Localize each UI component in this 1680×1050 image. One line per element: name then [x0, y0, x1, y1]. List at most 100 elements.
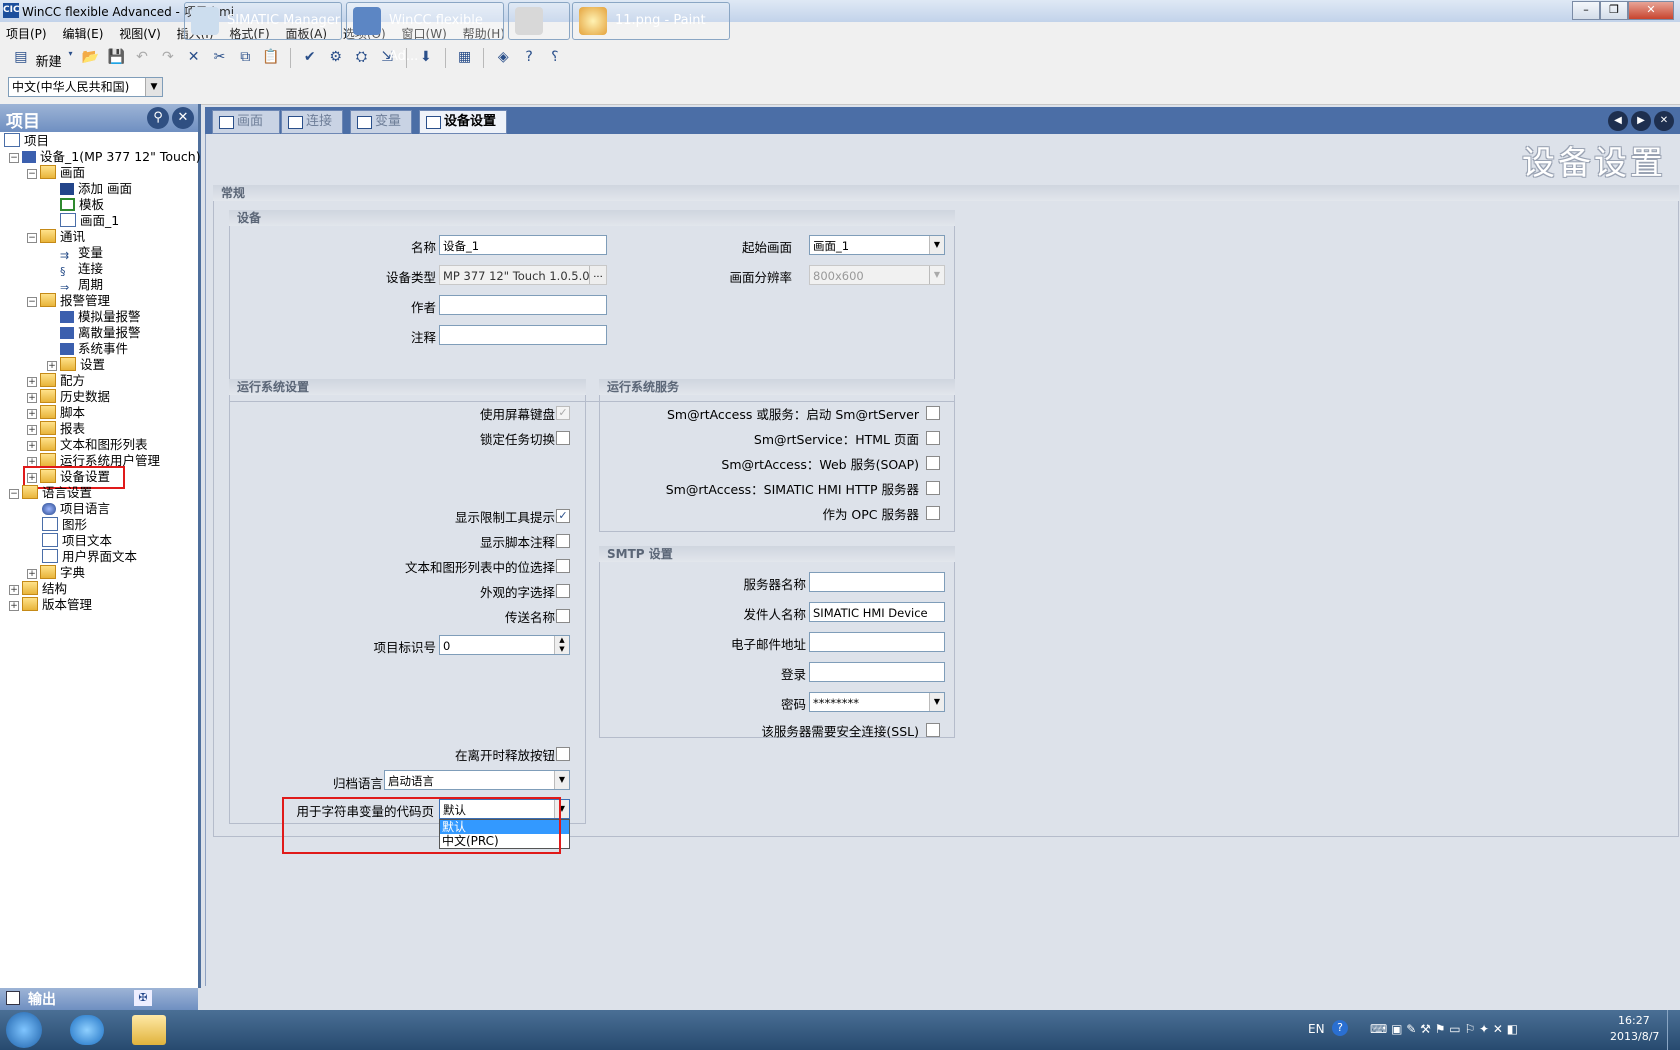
device-name-input[interactable]: 设备_1	[439, 235, 607, 255]
new-icon[interactable]: ▤	[10, 49, 32, 65]
delete-icon[interactable]: ✕	[183, 49, 205, 65]
tab-device-settings[interactable]: 设备设置	[419, 110, 507, 134]
email-input[interactable]	[809, 632, 945, 652]
dropdown-arrow-icon[interactable]: ▾	[66, 49, 76, 58]
tree-node-project[interactable]: 项目	[4, 133, 49, 149]
help-tray-icon[interactable]: ?	[1332, 1020, 1348, 1036]
collapse-icon[interactable]: −	[9, 153, 19, 163]
sender-name-input[interactable]: SIMATIC HMI Device	[809, 602, 945, 622]
close-panel-icon[interactable]: ✕	[172, 107, 194, 129]
new-button-label[interactable]: 新建	[36, 51, 62, 70]
expand-icon[interactable]: +	[27, 441, 37, 451]
pin-icon[interactable]: ⚲	[147, 107, 169, 129]
tree-node-project-texts[interactable]: 项目文本	[42, 533, 112, 549]
paste-icon[interactable]: 📋	[260, 49, 282, 65]
save-icon[interactable]: 💾	[105, 49, 127, 65]
tree-node-discrete-alarms[interactable]: 离散量报警	[60, 325, 141, 341]
spinner-arrows-icon[interactable]: ▲ ▼	[554, 636, 569, 654]
restore-icon[interactable]: ❐	[1600, 1, 1628, 20]
scroll-left-icon[interactable]: ◀	[1608, 111, 1628, 131]
clock-date[interactable]: 2013/8/7	[1610, 1030, 1659, 1043]
context-help-icon[interactable]: ⸮	[544, 49, 566, 65]
collapse-icon[interactable]: −	[9, 489, 19, 499]
tray-icons[interactable]: ⌨ ▣ ✎ ⚒ ⚑ ▭ ⚐ ✦ ✕ ◧	[1370, 1022, 1518, 1036]
taskbar-item-app[interactable]	[508, 2, 570, 40]
chevron-down-icon[interactable]: ▼	[929, 693, 944, 711]
collapse-icon[interactable]: −	[27, 169, 37, 179]
tree-node-communication[interactable]: 通讯	[40, 229, 85, 245]
start-screen-select[interactable]: 画面_1 ▼	[809, 235, 945, 255]
tree-node-system-events[interactable]: 系统事件	[60, 341, 128, 357]
tree-node-text-graphic-lists[interactable]: 文本和图形列表	[40, 437, 148, 453]
open-icon[interactable]: 📂	[79, 49, 101, 65]
author-input[interactable]	[439, 295, 607, 315]
tree-node-dictionaries[interactable]: 字典	[40, 565, 85, 581]
tree-node-scripts[interactable]: 脚本	[40, 405, 85, 421]
copy-icon[interactable]: ⧉	[234, 49, 256, 65]
expand-icon[interactable]: +	[9, 601, 19, 611]
taskbar-item-paint[interactable]: 11.png - Paint	[572, 2, 730, 40]
web-service-checkbox[interactable]	[926, 456, 940, 470]
expand-icon[interactable]: +	[27, 409, 37, 419]
explorer-icon[interactable]	[132, 1015, 166, 1045]
limit-tooltips-checkbox[interactable]: ✓	[556, 509, 570, 523]
expand-icon[interactable]: +	[47, 361, 57, 371]
redo-icon[interactable]: ↷	[157, 49, 179, 65]
chevron-down-icon[interactable]: ▼	[145, 78, 162, 96]
compile-icon[interactable]: ⚙	[325, 49, 347, 65]
tree-node-project-languages[interactable]: 项目语言	[42, 501, 110, 517]
tree-node-analog-alarms[interactable]: 模拟量报警	[60, 309, 141, 325]
expand-icon[interactable]: +	[9, 585, 19, 595]
tree-node-graphics[interactable]: 图形	[42, 517, 87, 533]
collapse-icon[interactable]: −	[27, 297, 37, 307]
tree-node-device[interactable]: 设备_1(MP 377 12" Touch)	[22, 149, 201, 165]
html-pages-checkbox[interactable]	[926, 431, 940, 445]
ssl-checkbox[interactable]	[926, 723, 940, 737]
chevron-down-icon[interactable]: ▼	[554, 771, 569, 789]
lock-task-switch-checkbox[interactable]	[556, 431, 570, 445]
expand-icon[interactable]: +	[27, 425, 37, 435]
transfer-names-checkbox[interactable]	[556, 609, 570, 623]
menu-view[interactable]: 视图(V)	[113, 22, 167, 42]
tab-connections[interactable]: 连接	[281, 110, 343, 134]
device-type-browse-button[interactable]: ...	[589, 266, 606, 284]
tree-node-add-screen[interactable]: 添加 画面	[60, 181, 132, 197]
tree-node-screen-1[interactable]: 画面_1	[60, 213, 119, 229]
tree-node-language-settings[interactable]: 语言设置	[22, 485, 92, 501]
expand-icon[interactable]: +	[27, 569, 37, 579]
expand-icon[interactable]: +	[27, 393, 37, 403]
tree-node-recipes[interactable]: 配方	[40, 373, 85, 389]
expand-icon[interactable]: +	[27, 377, 37, 387]
menu-project[interactable]: 项目(P)	[0, 22, 53, 42]
show-desktop-button[interactable]	[1667, 1010, 1680, 1050]
help-icon[interactable]: ?	[518, 49, 540, 65]
opc-server-checkbox[interactable]	[926, 506, 940, 520]
simulate-icon[interactable]: ⛭	[350, 49, 372, 65]
start-button-icon[interactable]	[6, 1012, 42, 1048]
undo-icon[interactable]: ↶	[131, 49, 153, 65]
tree-node-tags[interactable]: ⇉ 变量	[60, 245, 103, 262]
word-selection-checkbox[interactable]	[556, 584, 570, 598]
minimize-icon[interactable]: –	[1572, 1, 1600, 20]
tree-node-templates[interactable]: 模板	[60, 197, 104, 213]
password-input[interactable]: ******** ▼	[809, 692, 945, 712]
tab-tags[interactable]: 变量	[350, 110, 412, 134]
collapse-icon[interactable]: −	[27, 233, 37, 243]
tree-node-historical-data[interactable]: 历史数据	[40, 389, 110, 405]
check-icon[interactable]: ✔	[299, 49, 321, 65]
tree-node-reports[interactable]: 报表	[40, 421, 85, 437]
tree-node-connections[interactable]: § 连接	[60, 261, 103, 278]
chevron-down-icon[interactable]: ▼	[929, 236, 944, 254]
tree-node-version-management[interactable]: 版本管理	[22, 597, 92, 613]
release-button-checkbox[interactable]	[556, 747, 570, 761]
menu-edit[interactable]: 编辑(E)	[56, 22, 109, 42]
language-select[interactable]: 中文(中华人民共和国) ▼	[8, 77, 163, 97]
tree-node-ui-texts[interactable]: 用户界面文本	[42, 549, 137, 565]
close-tab-icon[interactable]: ✕	[1654, 111, 1674, 131]
clock-time[interactable]: 16:27	[1618, 1014, 1650, 1027]
pin-icon[interactable]: ✠	[134, 990, 152, 1006]
archive-language-select[interactable]: 启动语言 ▼	[384, 770, 570, 790]
cut-icon[interactable]: ✂	[208, 49, 230, 65]
input-language[interactable]: EN	[1308, 1022, 1325, 1036]
script-comments-checkbox[interactable]	[556, 534, 570, 548]
